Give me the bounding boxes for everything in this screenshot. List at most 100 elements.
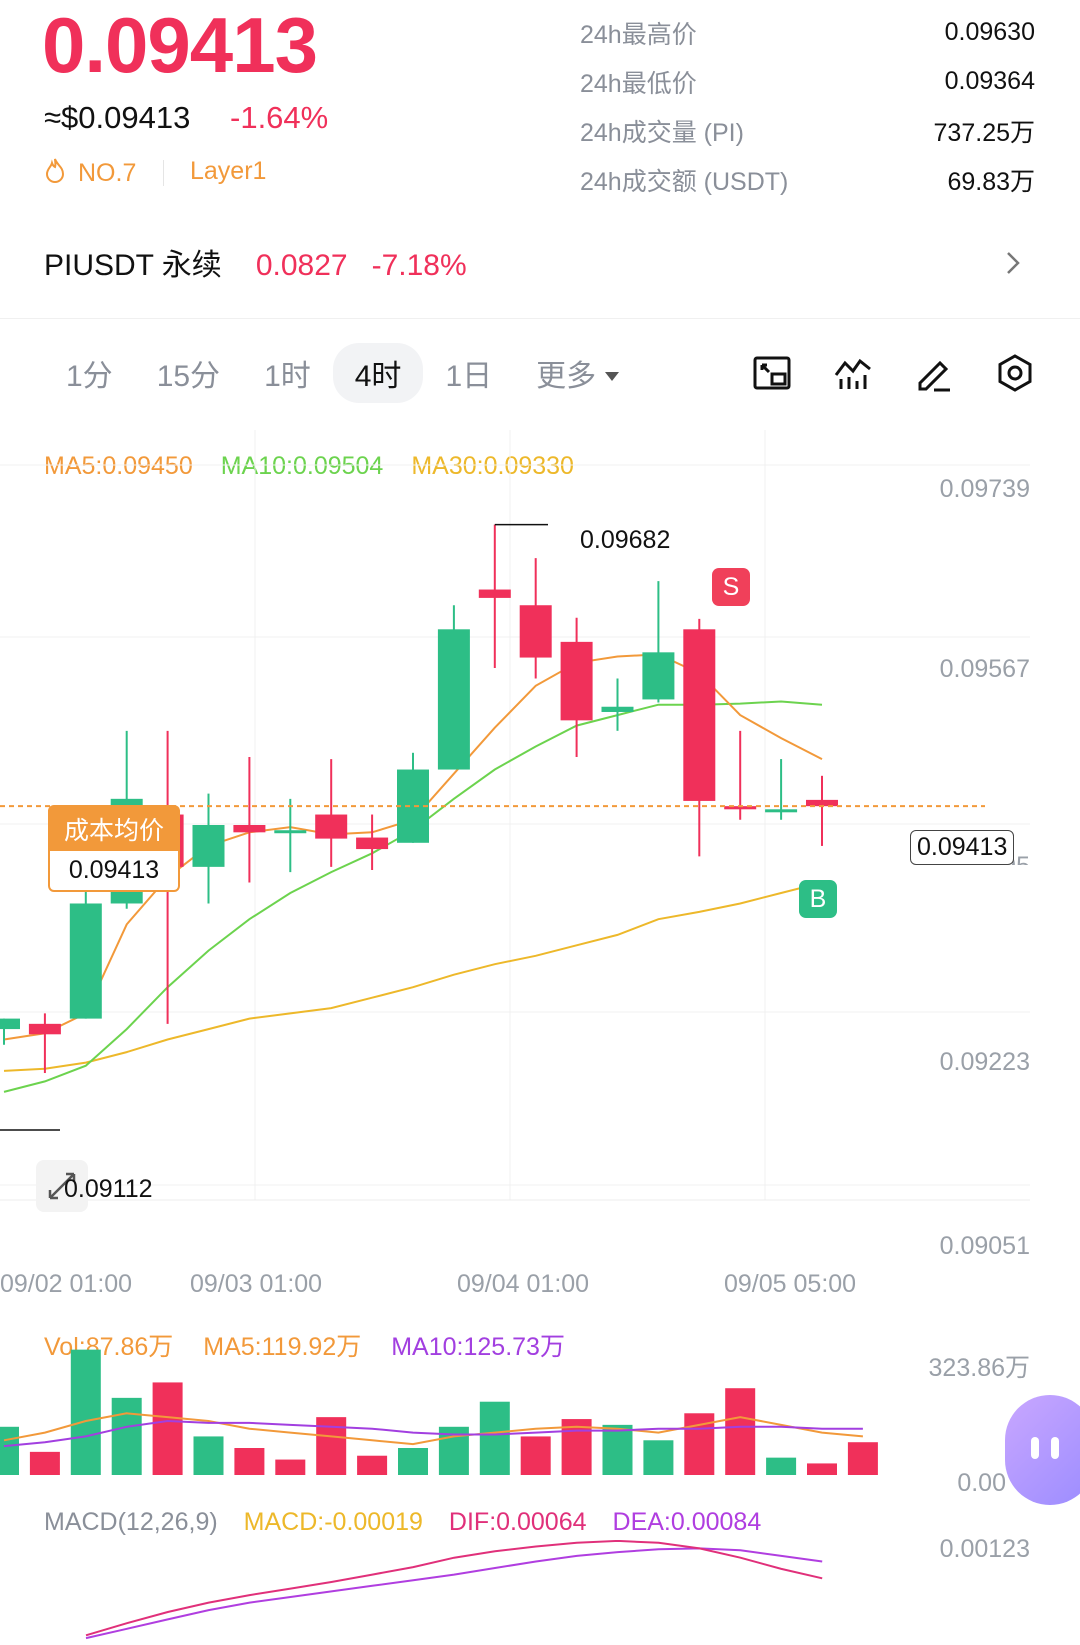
low-price-marker: 0.09112 [64, 1175, 153, 1203]
stat-label: 24h最高价 [580, 20, 697, 49]
ma30-line [3, 881, 823, 1072]
y-tick-label: 0.09567 [939, 655, 1030, 683]
flame-icon [44, 157, 66, 190]
perpetual-change: -7.18% [371, 249, 467, 282]
stat-value: 0.09630 [944, 18, 1035, 46]
stats-panel: 24h最高价 0.09630 24h最低价 0.09364 24h成交量 (PI) 7… [580, 8, 1035, 204]
stat-value: 737.25万 [933, 118, 1035, 147]
buy-marker[interactable]: B [799, 880, 837, 918]
stat-value: 0.09364 [944, 67, 1035, 95]
volume-bar [357, 1455, 388, 1475]
volume-bar [234, 1448, 265, 1475]
price-change-percent: -1.64% [230, 100, 329, 135]
x-tick-label: 09/04 01:00 [457, 1270, 590, 1298]
macd-title: MACD(12,26,9) [44, 1508, 218, 1536]
candle [233, 825, 266, 833]
timeframe-tabs: 1分 15分 1时 4时 1日 更多 [44, 343, 642, 403]
cost-basis-title: 成本均价 [50, 807, 178, 851]
volume-bar [152, 1382, 183, 1475]
candle [765, 809, 798, 813]
volume-y-bottom: 0.00 [957, 1469, 1006, 1497]
macd-chart[interactable] [0, 1540, 1080, 1645]
settings-icon[interactable] [995, 353, 1035, 393]
candle [478, 589, 511, 598]
fullscreen-icon[interactable] [752, 353, 792, 393]
cost-basis-value: 0.09413 [68, 856, 160, 884]
volume-bar [725, 1388, 756, 1475]
candle [0, 1018, 20, 1030]
draw-icon[interactable] [914, 353, 954, 393]
x-tick-label: 09/02 01:00 [0, 1270, 133, 1298]
sell-marker[interactable]: S [712, 568, 750, 606]
high-price-marker: 0.09682 [580, 526, 671, 554]
divider [0, 318, 1080, 319]
candle [642, 652, 675, 700]
volume-bar [766, 1457, 797, 1475]
stat-label: 24h成交额 (USDT) [580, 167, 789, 196]
volume-bar [479, 1401, 510, 1475]
stat-label: 24h最低价 [580, 69, 697, 98]
volume-bar [275, 1459, 306, 1475]
tab-1h[interactable]: 1时 [242, 343, 333, 403]
macd-legend: MACD(12,26,9) MACD:-0.00019 DIF:0.00064 … [44, 1508, 761, 1537]
tab-1d[interactable]: 1日 [423, 343, 514, 403]
volume-bar [0, 1426, 19, 1475]
candle [437, 629, 470, 770]
macd-dea: DEA:0.00084 [612, 1508, 762, 1536]
candle [69, 903, 102, 1019]
perpetual-row[interactable]: PIUSDT 永续 0.0827 -7.18% [44, 240, 467, 284]
stat-row: 24h最高价 0.09630 [580, 8, 1035, 57]
stat-label: 24h成交量 (PI) [580, 118, 744, 147]
more-label: 更多 [536, 360, 597, 393]
chevron-right-icon[interactable] [1005, 250, 1021, 283]
y-tick-label: 0.09051 [939, 1232, 1030, 1260]
more-timeframes-dropdown[interactable]: 更多 [514, 343, 642, 403]
cost-basis-label[interactable]: 成本均价 0.09413 [48, 805, 180, 892]
stat-row: 24h成交额 (USDT) 69.83万 [580, 155, 1035, 204]
stat-row: 24h成交量 (PI) 737.25万 [580, 106, 1035, 155]
dea-line [85, 1547, 823, 1640]
volume-bar [643, 1440, 674, 1475]
rank-text: NO.7 [78, 159, 137, 187]
volume-bar [520, 1436, 551, 1475]
candle [274, 830, 307, 834]
volume-y-top: 323.86万 [928, 1354, 1030, 1382]
x-tick-label: 09/05 05:00 [724, 1270, 857, 1298]
candle [560, 641, 593, 721]
divider [163, 160, 164, 186]
volume-bar [602, 1424, 633, 1475]
candle [28, 1023, 61, 1035]
volume-bar [193, 1436, 224, 1475]
tab-1m[interactable]: 1分 [44, 343, 135, 403]
stat-value: 69.83万 [947, 167, 1035, 196]
x-tick-label: 09/03 01:00 [190, 1270, 323, 1298]
indicator-icon[interactable] [833, 353, 873, 393]
rank-badge: NO.7 [44, 157, 136, 190]
tab-4h[interactable]: 4时 [332, 343, 424, 403]
perpetual-name: PIUSDT 永续 [44, 249, 222, 282]
candle [683, 629, 716, 801]
stat-row: 24h最低价 0.09364 [580, 57, 1035, 106]
candle [601, 706, 634, 712]
usd-price: ≈$0.09413 [44, 100, 191, 135]
volume-bar [398, 1448, 428, 1475]
candle [356, 837, 389, 850]
candle [315, 814, 348, 839]
dif-line [85, 1540, 823, 1637]
tab-15m[interactable]: 15分 [135, 343, 242, 403]
volume-bar [29, 1451, 60, 1475]
assistant-bubble[interactable] [1005, 1395, 1080, 1505]
y-tick-label: 0.09223 [939, 1048, 1030, 1076]
last-price: 0.09413 [42, 1, 318, 89]
macd-dif: DIF:0.00064 [448, 1508, 587, 1536]
candle [192, 825, 225, 867]
perpetual-price: 0.0827 [255, 249, 348, 282]
macd-value: MACD:-0.00019 [243, 1508, 423, 1536]
y-tick-label: 0.09739 [939, 475, 1030, 503]
current-price-tag: 0.09413 [910, 830, 1015, 865]
category-tag[interactable]: Layer1 [190, 157, 266, 186]
volume-bar [70, 1349, 101, 1475]
candle [519, 605, 552, 658]
volume-bar [111, 1397, 142, 1475]
caret-down-icon [604, 356, 620, 390]
